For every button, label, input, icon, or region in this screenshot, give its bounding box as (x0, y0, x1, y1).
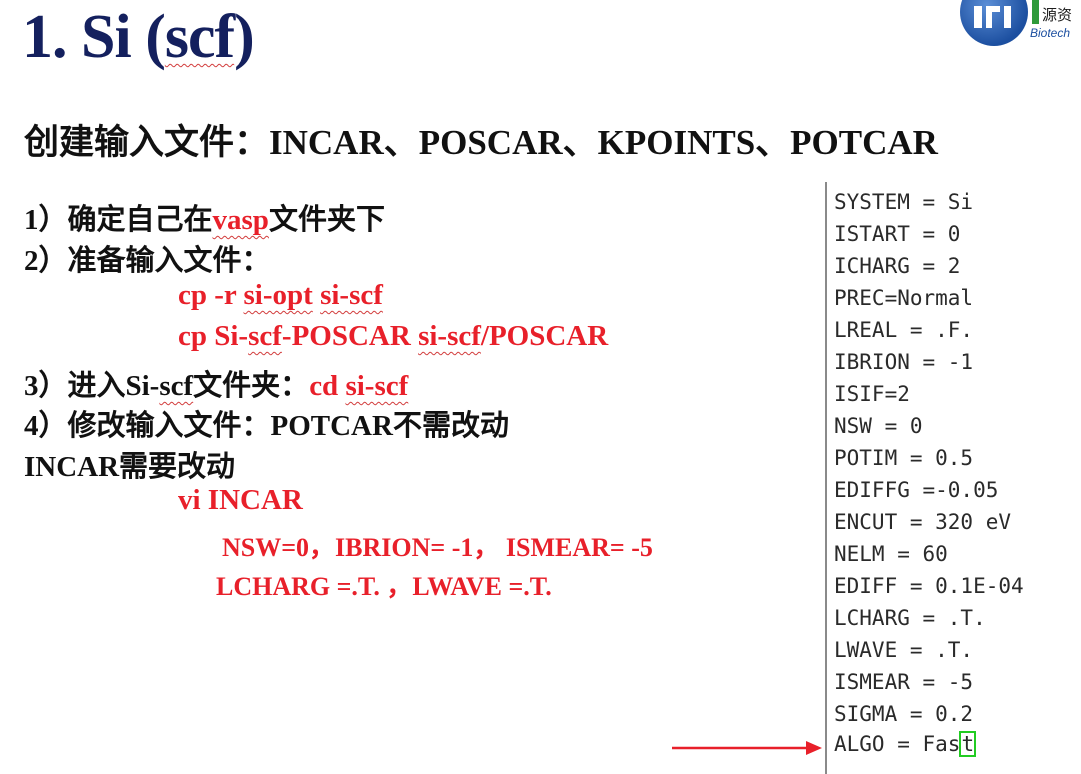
subtitle: 创建输入文件：INCAR、POSCAR、KPOINTS、POTCAR (24, 123, 938, 162)
logo-en-text: Biotech (1030, 26, 1071, 40)
incar-line: ISMEAR = -5 (834, 670, 974, 694)
incar-line: IBRION = -1 (834, 350, 974, 374)
incar-line: SYSTEM = Si (834, 190, 974, 214)
step-2: 2）准备输入文件： (24, 245, 271, 277)
incar-line: EDIFFG =-0.05 (834, 478, 999, 502)
step-1-keyword: vasp (212, 204, 269, 236)
incar-line: EDIFF = 0.1E-04 (834, 574, 1024, 598)
step-1: 1）确定自己在vasp文件夹下 (24, 204, 385, 236)
title-squiggled-word: scf (164, 3, 235, 71)
incar-line-algo: ALGO = Fast (834, 731, 977, 757)
step-3: 3）进入Si-scf文件夹：cd si-scf (24, 370, 409, 402)
incar-note: INCAR需要改动 (24, 451, 236, 483)
command-vi-incar: vi INCAR (178, 484, 303, 516)
incar-line: NSW = 0 (834, 414, 923, 438)
incar-line: LREAL = .F. (834, 318, 974, 342)
incar-line: ENCUT = 320 eV (834, 510, 1012, 534)
incar-line: PREC=Normal (834, 286, 974, 310)
step-3-command: cd si-scf (309, 370, 409, 402)
logo-emblem-icon (960, 0, 1028, 46)
incar-line: POTIM = 0.5 (834, 446, 974, 470)
page-title: 1. Si (scf) (22, 3, 255, 71)
incar-line: ISIF=2 (834, 382, 910, 406)
logo-cn-text: 源资 (1042, 6, 1073, 24)
incar-line: LCHARG = .T. (834, 606, 986, 630)
incar-params-line-1: NSW=0，IBRION= -1， ISMEAR= -5 (222, 533, 653, 562)
incar-line: NELM = 60 (834, 542, 948, 566)
text-cursor: t (959, 731, 977, 757)
command-copy-poscar: cp Si-scf-POSCAR si-scf/POSCAR (178, 320, 609, 352)
incar-line: ISTART = 0 (834, 222, 961, 246)
company-logo: 源资 Biotech (960, 0, 1081, 48)
red-arrow-icon (672, 741, 822, 755)
incar-line: LWAVE = .T. (834, 638, 974, 662)
slide: 1. Si (scf) 源资 Biotech 创建输入文件：INCAR、POSC… (0, 0, 1081, 774)
incar-line: SIGMA = 0.2 (834, 702, 974, 726)
command-copy-dir: cp -r si-opt si-scf (178, 279, 383, 311)
incar-editor-panel[interactable]: SYSTEM = Si ISTART = 0 ICHARG = 2 PREC=Norm… (825, 182, 1081, 774)
incar-params-line-2: LCHARG =.T. ，LWAVE =.T. (216, 572, 552, 601)
incar-line: ICHARG = 2 (834, 254, 961, 278)
logo-accent-bar (1032, 0, 1039, 24)
step-4: 4）修改输入文件：POTCAR不需改动 (24, 410, 509, 442)
